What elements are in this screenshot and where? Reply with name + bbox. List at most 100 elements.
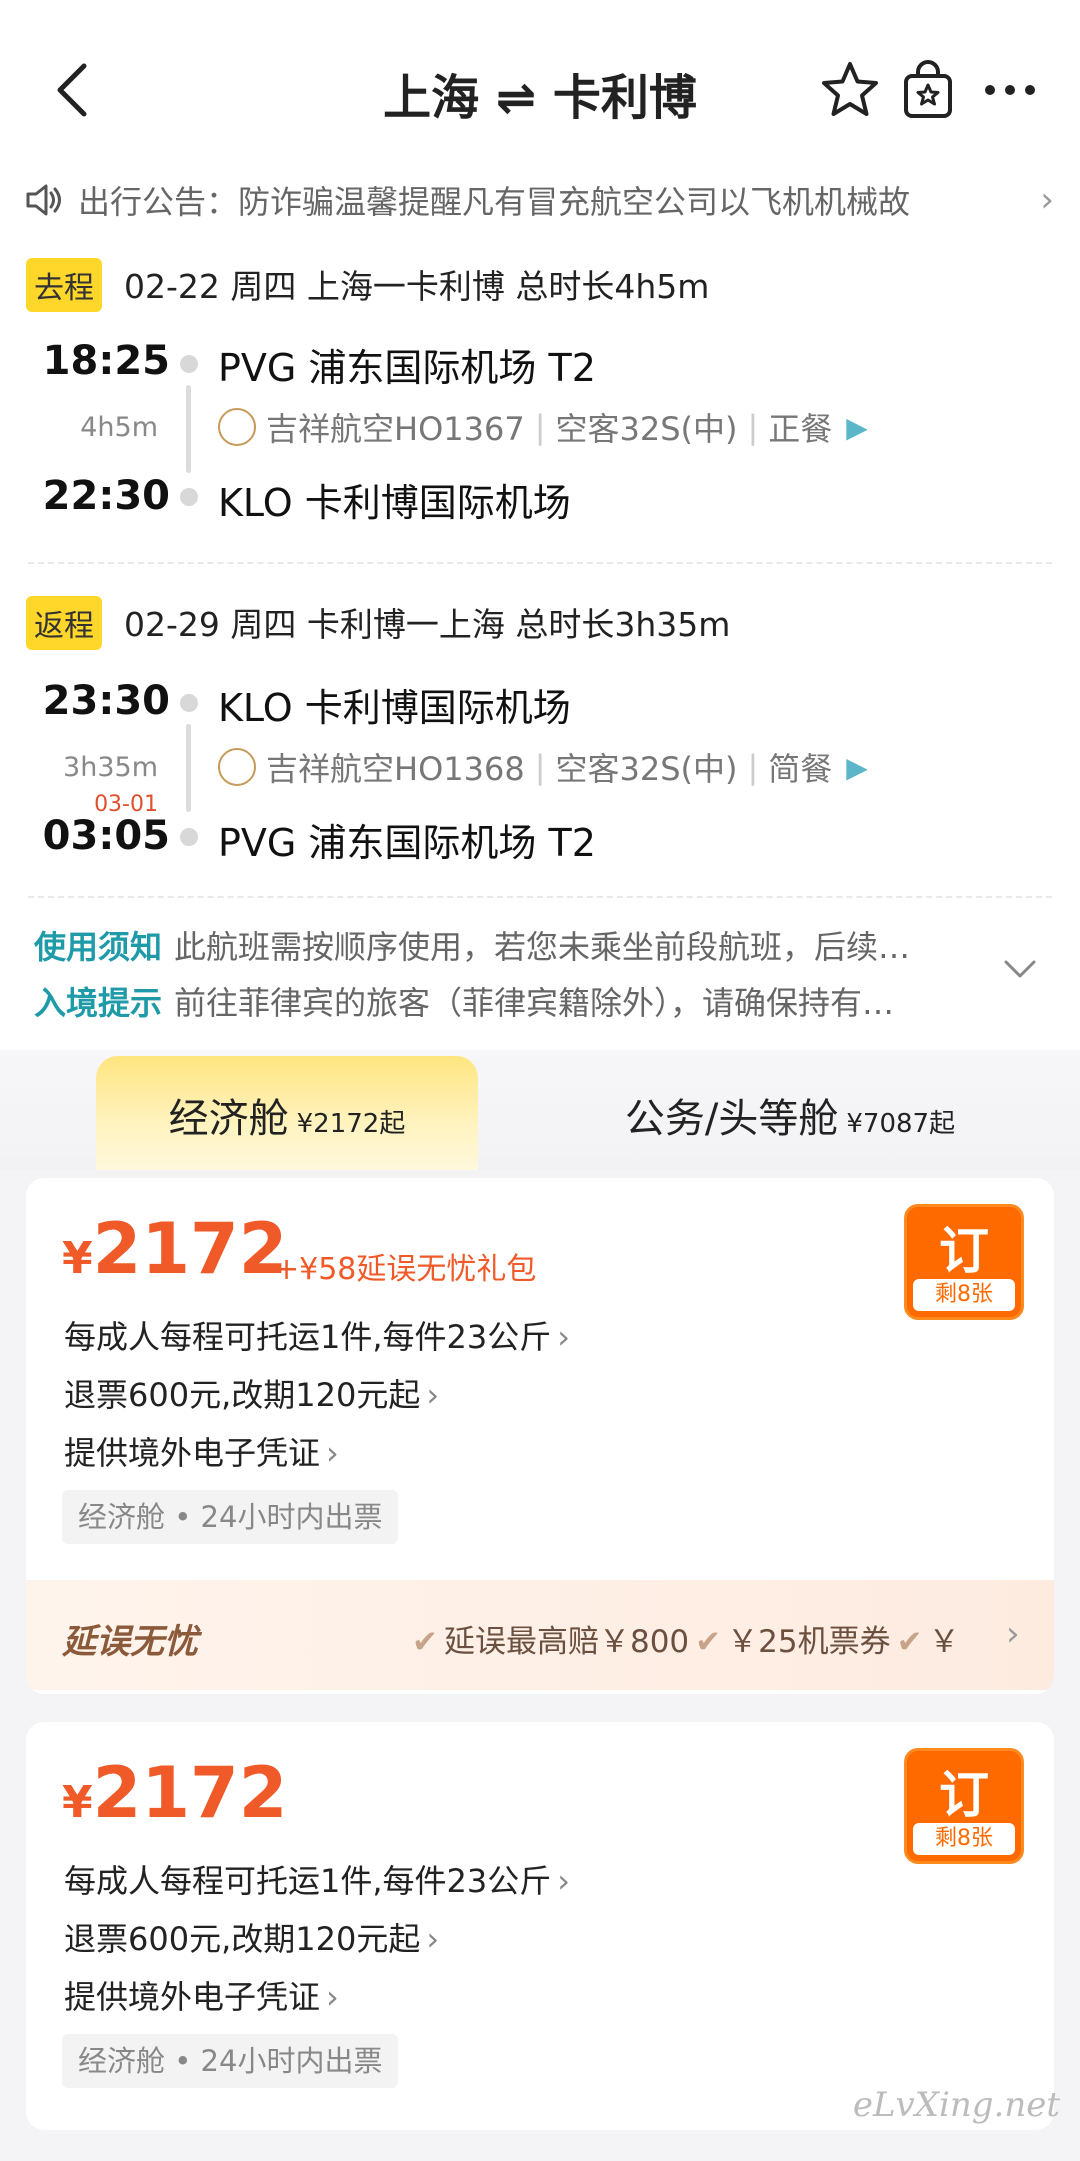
- delay-package-addon[interactable]: +¥58延误无忧礼包: [274, 1244, 536, 1288]
- tab-business-first[interactable]: 公务/头等舱 ¥7087起: [540, 1086, 1040, 1144]
- voucher-rule[interactable]: 提供境外电子凭证 ›: [64, 1972, 339, 2018]
- rule-text: 此航班需按顺序使用，若您未乘坐前段航班，后续…: [174, 928, 911, 966]
- chevron-right-icon: ›: [557, 1862, 571, 1900]
- outbound-meal: 正餐: [768, 410, 833, 448]
- cabin-tabs: 经济舱 ¥2172起 公务/头等舱 ¥7087起: [0, 1050, 1080, 1170]
- fare-card[interactable]: ¥2172 订 剩8张 每成人每程可托运1件,每件23公斤 › 退票600元,改期…: [26, 1722, 1054, 2130]
- voucher-text: 提供境外电子凭证: [64, 1434, 321, 1472]
- book-button[interactable]: 订 剩8张: [904, 1748, 1024, 1864]
- outbound-tag: 去程: [26, 258, 102, 312]
- inbound-flight-info[interactable]: 吉祥航空HO1368 | 空客32S(中) | 简餐 ▶: [218, 744, 868, 790]
- check-icon: ✔: [695, 1624, 722, 1660]
- baggage-rule[interactable]: 每成人每程可托运1件,每件23公斤 ›: [64, 1312, 570, 1358]
- chevron-right-icon: ›: [326, 1978, 339, 2016]
- outbound-aircraft: 空客32S(中): [555, 410, 738, 448]
- baggage-text: 每成人每程可托运1件,每件23公斤: [64, 1862, 552, 1900]
- refund-rule[interactable]: 退票600元,改期120元起 ›: [64, 1370, 439, 1416]
- outbound-duration: 4h5m: [80, 412, 158, 443]
- inbound-aircraft: 空客32S(中): [555, 750, 738, 788]
- chevron-right-icon: ›: [326, 1434, 339, 1472]
- timeline-dot: [180, 355, 198, 373]
- book-button[interactable]: 订 剩8张: [904, 1204, 1024, 1320]
- refund-text: 退票600元,改期120元起: [64, 1376, 421, 1414]
- double-chevron-icon: ▶: [846, 750, 868, 784]
- usage-notice[interactable]: 使用须知 此航班需按顺序使用，若您未乘坐前段航班，后续…: [34, 922, 994, 968]
- voucher-rule[interactable]: 提供境外电子凭证 ›: [64, 1428, 339, 1474]
- outbound-airline: 吉祥航空HO1367: [266, 410, 525, 448]
- outbound-dep-airport: PVG 浦东国际机场 T2: [218, 346, 596, 390]
- inbound-arr-airport: PVG 浦东国际机场 T2: [218, 821, 596, 865]
- outbound-flight-info[interactable]: 吉祥航空HO1367 | 空客32S(中) | 正餐 ▶: [218, 404, 868, 450]
- delay-features: ✔ 延误最高赔￥800 ✔ ￥25机票券 ✔ ￥: [406, 1616, 1006, 1661]
- shopping-bag-icon[interactable]: [896, 58, 960, 122]
- inbound-dep-time: 23:30: [42, 678, 170, 724]
- baggage-text: 每成人每程可托运1件,每件23公斤: [64, 1318, 552, 1356]
- book-label: 订: [939, 1222, 989, 1280]
- inbound-tag: 返程: [26, 596, 102, 650]
- remaining-seats: 剩8张: [913, 1279, 1015, 1311]
- price-value: 2172: [92, 1208, 288, 1290]
- chevron-right-icon: ›: [1006, 1614, 1020, 1654]
- baggage-rule[interactable]: 每成人每程可托运1件,每件23公斤 ›: [64, 1856, 570, 1902]
- tab-economy[interactable]: 经济舱 ¥2172起: [96, 1086, 478, 1144]
- fare-price: ¥2172: [62, 1752, 287, 1834]
- chevron-down-icon[interactable]: [1002, 950, 1038, 986]
- notice-text: 防诈骗温馨提醒凡有冒充航空公司以飞机机械故: [238, 183, 911, 221]
- tab-price: ¥7087起: [846, 1109, 956, 1139]
- speaker-icon: [26, 184, 61, 216]
- voucher-text: 提供境外电子凭证: [64, 1978, 321, 2016]
- inbound-arr-time: 03:05: [42, 813, 170, 859]
- double-chevron-icon: ▶: [846, 410, 868, 444]
- chevron-right-icon: ›: [557, 1318, 571, 1356]
- fare-price: ¥2172: [62, 1208, 287, 1290]
- timeline-dot: [180, 694, 198, 712]
- fare-card[interactable]: ¥2172 +¥58延误无忧礼包 订 剩8张 每成人每程可托运1件,每件23公斤…: [26, 1178, 1054, 1694]
- inbound-summary: 02-29 周四 卡利博一上海 总时长3h35m: [124, 605, 731, 644]
- notice-label: 出行公告：: [78, 183, 239, 221]
- separator: |: [747, 748, 759, 786]
- travel-notice-bar[interactable]: 出行公告：防诈骗温馨提醒凡有冒充航空公司以飞机机械故 ›: [24, 170, 1054, 230]
- rule-text: 前往菲律宾的旅客（菲律宾籍除外），请确保持有…: [174, 984, 895, 1022]
- check-icon: ✔: [412, 1624, 438, 1660]
- outbound-dep-time: 18:25: [42, 338, 170, 384]
- separator: |: [534, 408, 546, 446]
- remaining-seats: 剩8张: [913, 1823, 1015, 1855]
- delay-feature: ￥25机票券: [727, 1624, 891, 1660]
- book-label: 订: [939, 1766, 989, 1824]
- delay-title: 延误无忧: [62, 1622, 198, 1662]
- refund-rule[interactable]: 退票600元,改期120元起 ›: [64, 1914, 439, 1960]
- chevron-right-icon: ›: [426, 1376, 440, 1414]
- timeline-dot: [180, 488, 198, 506]
- entry-notice[interactable]: 入境提示 前往菲律宾的旅客（菲律宾籍除外），请确保持有…: [34, 978, 994, 1024]
- tab-price: ¥2172起: [296, 1109, 406, 1139]
- timeline-line: [186, 724, 191, 812]
- tab-name: 经济舱: [168, 1096, 289, 1142]
- separator: |: [534, 748, 546, 786]
- inbound-meal: 简餐: [768, 750, 833, 788]
- inbound-airline: 吉祥航空HO1368: [266, 750, 525, 788]
- check-icon: ✔: [896, 1624, 923, 1660]
- divider: [28, 896, 1052, 898]
- favorite-star-icon[interactable]: [818, 58, 882, 122]
- delay-feature: 延误最高赔￥800: [443, 1624, 690, 1660]
- delay-feature: ￥: [928, 1624, 960, 1660]
- outbound-arr-time: 22:30: [42, 473, 170, 519]
- more-icon[interactable]: [978, 58, 1042, 122]
- divider: [28, 562, 1052, 564]
- timeline-dot: [180, 828, 198, 846]
- rule-key: 入境提示: [34, 984, 163, 1022]
- airline-logo-icon: [218, 748, 256, 786]
- inbound-dep-airport: KLO 卡利博国际机场: [218, 686, 571, 730]
- separator: |: [747, 408, 759, 446]
- outbound-summary: 02-22 周四 上海一卡利博 总时长4h5m: [124, 267, 710, 306]
- cabin-chip: 经济舱 • 24小时内出票: [62, 2034, 399, 2088]
- price-value: 2172: [92, 1752, 288, 1834]
- delay-protection-bar[interactable]: 延误无忧 ✔ 延误最高赔￥800 ✔ ￥25机票券 ✔ ￥ ›: [26, 1580, 1054, 1690]
- refund-text: 退票600元,改期120元起: [64, 1920, 421, 1958]
- flight-detail-panel: 上海 ⇌ 卡利博 出行公告：防诈骗温馨提醒凡有冒充航空公司以飞机机械故 › 去程…: [0, 0, 1080, 1170]
- timeline-line: [186, 385, 191, 473]
- inbound-duration: 3h35m: [63, 752, 158, 783]
- outbound-arr-airport: KLO 卡利博国际机场: [218, 481, 571, 525]
- tab-name: 公务/头等舱: [624, 1096, 839, 1142]
- header: 上海 ⇌ 卡利博: [0, 40, 1080, 140]
